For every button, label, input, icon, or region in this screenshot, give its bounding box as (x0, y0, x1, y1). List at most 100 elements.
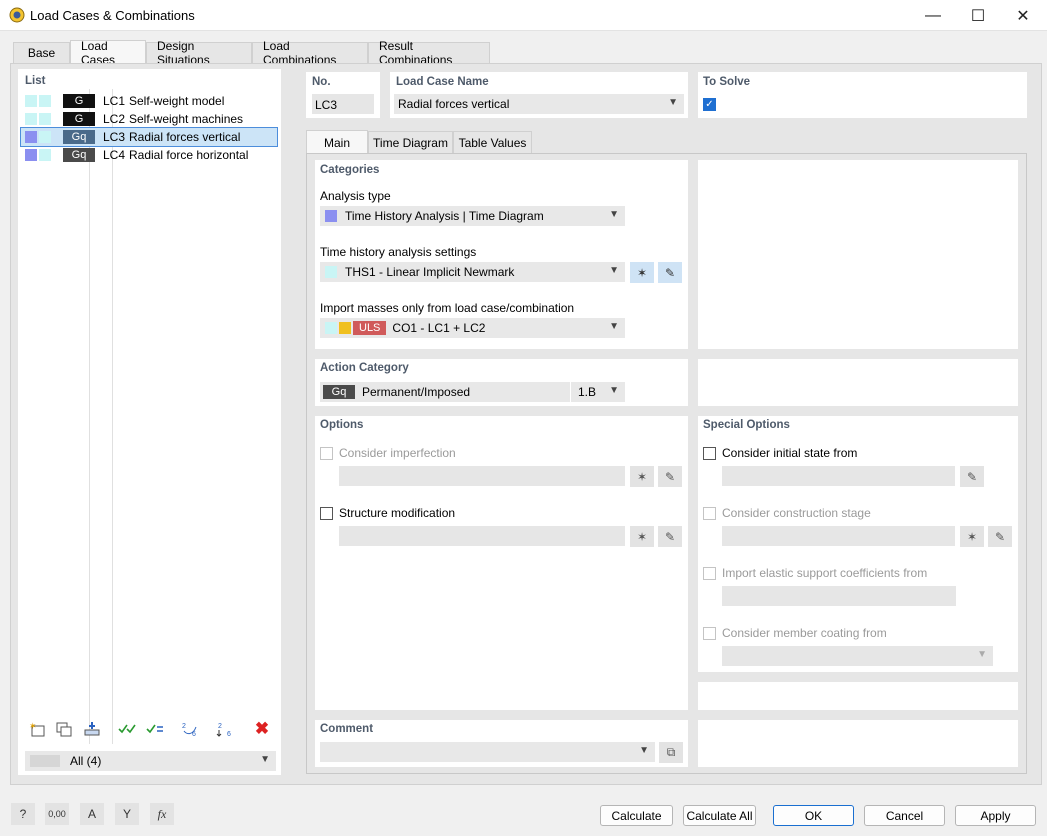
construction-stage-label: Consider construction stage (722, 506, 871, 520)
new-setting-icon[interactable]: ✶ (630, 262, 654, 283)
close-button[interactable]: ✕ (1000, 0, 1046, 31)
edit-initial-state-icon[interactable]: ✎ (960, 466, 984, 487)
load-case-number: LC3 (103, 130, 126, 144)
categories-box: Categories Analysis type Time History An… (315, 160, 688, 349)
tab-time-diagram[interactable]: Time Diagram (368, 131, 453, 153)
filter-value: All (4) (70, 754, 102, 768)
new-structure-mod-icon[interactable]: ✶ (630, 526, 654, 547)
elastic-support-option[interactable]: Import elastic support coefficients from (703, 566, 927, 580)
formula-icon[interactable]: fx (150, 803, 174, 825)
sort-numbers-icon[interactable]: 26 (213, 718, 237, 740)
category-badge: Gq (63, 148, 95, 162)
copy-comment-icon[interactable]: ⧉ (659, 742, 683, 763)
help-icon[interactable]: ? (11, 803, 35, 825)
imperfection-field[interactable] (339, 466, 625, 486)
load-case-name: Self-weight machines (129, 112, 244, 126)
cancel-button[interactable]: Cancel (864, 805, 945, 826)
check-all-icon[interactable] (115, 718, 139, 740)
imperfection-checkbox[interactable] (320, 446, 333, 460)
initial-state-label: Consider initial state from (722, 446, 858, 460)
display-properties-icon[interactable]: A (80, 803, 104, 825)
calculate-all-button[interactable]: Calculate All (683, 805, 756, 826)
categories-label: Categories (320, 164, 380, 176)
tab-load-cases[interactable]: Load Cases (70, 39, 146, 67)
category-badge: Gq (63, 130, 95, 144)
calculate-button[interactable]: Calculate (600, 805, 673, 826)
to-solve-label: To Solve (703, 76, 751, 88)
list-item-lc1[interactable]: G LC1 Self-weight model (21, 92, 277, 110)
chevron-down-icon: ▼ (609, 321, 619, 332)
member-coating-label: Consider member coating from (722, 626, 887, 640)
list-item-lc2[interactable]: G LC2 Self-weight machines (21, 110, 277, 128)
member-coating-option[interactable]: Consider member coating from (703, 626, 887, 640)
import-masses-select[interactable]: ULS CO1 - LC1 + LC2 ▼ (320, 318, 625, 338)
tab-base[interactable]: Base (13, 42, 70, 63)
analysis-type-value: Time History Analysis | Time Diagram (345, 209, 544, 223)
member-coating-select[interactable]: ▼ (722, 646, 993, 666)
list-item-lc3[interactable]: Gq LC3 Radial forces vertical (20, 127, 278, 147)
member-coating-checkbox[interactable] (703, 626, 716, 640)
options-label: Options (320, 419, 364, 431)
comment-box: Comment ▼ ⧉ (315, 720, 688, 767)
edit-structure-mod-icon[interactable]: ✎ (658, 526, 682, 547)
maximize-button[interactable]: ☐ (955, 0, 1001, 31)
minimize-button[interactable]: — (910, 0, 956, 31)
initial-state-checkbox[interactable] (703, 446, 716, 460)
tab-main[interactable]: Main (306, 130, 368, 154)
chevron-down-icon: ▼ (977, 649, 987, 660)
consider-imperfection-option[interactable]: Consider imperfection (320, 446, 456, 460)
new-construction-stage-icon[interactable]: ✶ (960, 526, 984, 547)
load-case-name-select[interactable]: Radial forces vertical ▼ (394, 94, 684, 114)
svg-text:2: 2 (182, 723, 186, 730)
number-field[interactable]: LC3 (312, 94, 374, 114)
load-case-number: LC4 (103, 148, 126, 162)
ok-button[interactable]: OK (773, 805, 854, 826)
action-category-value: Permanent/Imposed (362, 385, 471, 399)
edit-setting-icon[interactable]: ✎ (658, 262, 682, 283)
new-imperfection-icon[interactable]: ✶ (630, 466, 654, 487)
insert-load-case-icon[interactable] (80, 718, 104, 740)
tab-table-values[interactable]: Table Values (453, 131, 532, 153)
tab-result-combinations[interactable]: Result Combinations (368, 39, 490, 67)
tab-load-combinations[interactable]: Load Combinations (252, 39, 368, 67)
to-solve-checkbox[interactable]: ✓ (703, 98, 716, 111)
new-load-case-icon[interactable]: ✶ (25, 718, 49, 740)
comment-label: Comment (320, 723, 374, 735)
units-icon[interactable]: 0,00 (45, 803, 69, 825)
construction-stage-option[interactable]: Consider construction stage (703, 506, 871, 520)
analysis-type-select[interactable]: Time History Analysis | Time Diagram ▼ (320, 206, 625, 226)
list-label: List (25, 75, 46, 87)
construction-stage-checkbox[interactable] (703, 506, 716, 520)
delete-icon[interactable]: ✖ (250, 718, 274, 740)
structure-mod-checkbox[interactable] (320, 506, 333, 520)
structure-mod-field[interactable] (339, 526, 625, 546)
elastic-support-field[interactable] (722, 586, 956, 606)
number-label: No. (312, 76, 331, 88)
filter-icon[interactable]: Y (115, 803, 139, 825)
edit-imperfection-icon[interactable]: ✎ (658, 466, 682, 487)
initial-state-field[interactable] (722, 466, 955, 486)
comment-select[interactable]: ▼ (320, 742, 655, 762)
initial-state-option[interactable]: Consider initial state from (703, 446, 857, 460)
edit-construction-stage-icon[interactable]: ✎ (988, 526, 1012, 547)
renumber-icon[interactable]: 26 (178, 718, 202, 740)
tab-design-situations[interactable]: Design Situations (146, 39, 252, 67)
construction-stage-field[interactable] (722, 526, 955, 546)
list-filter-select[interactable]: All (4) ▼ (25, 751, 276, 771)
chevron-down-icon: ▼ (609, 265, 619, 276)
th-settings-select[interactable]: THS1 - Linear Implicit Newmark ▼ (320, 262, 625, 282)
list-item-lc4[interactable]: Gq LC4 Radial force horizontal (21, 146, 277, 164)
action-category-select[interactable]: Gq Permanent/Imposed 1.B ▼ (320, 382, 625, 402)
to-solve-box: To Solve ✓ (698, 72, 1027, 118)
svg-text:6: 6 (227, 731, 231, 737)
special-side-box (698, 682, 1018, 710)
structure-modification-option[interactable]: Structure modification (320, 506, 455, 520)
toggle-check-icon[interactable] (143, 718, 167, 740)
copy-load-case-icon[interactable] (52, 718, 76, 740)
number-box: No. LC3 (306, 72, 380, 118)
th-settings-value: THS1 - Linear Implicit Newmark (345, 265, 515, 279)
structure-mod-label: Structure modification (339, 506, 456, 520)
apply-button[interactable]: Apply (955, 805, 1036, 826)
elastic-support-checkbox[interactable] (703, 566, 716, 580)
action-subcategory-value: 1.B (578, 385, 597, 399)
